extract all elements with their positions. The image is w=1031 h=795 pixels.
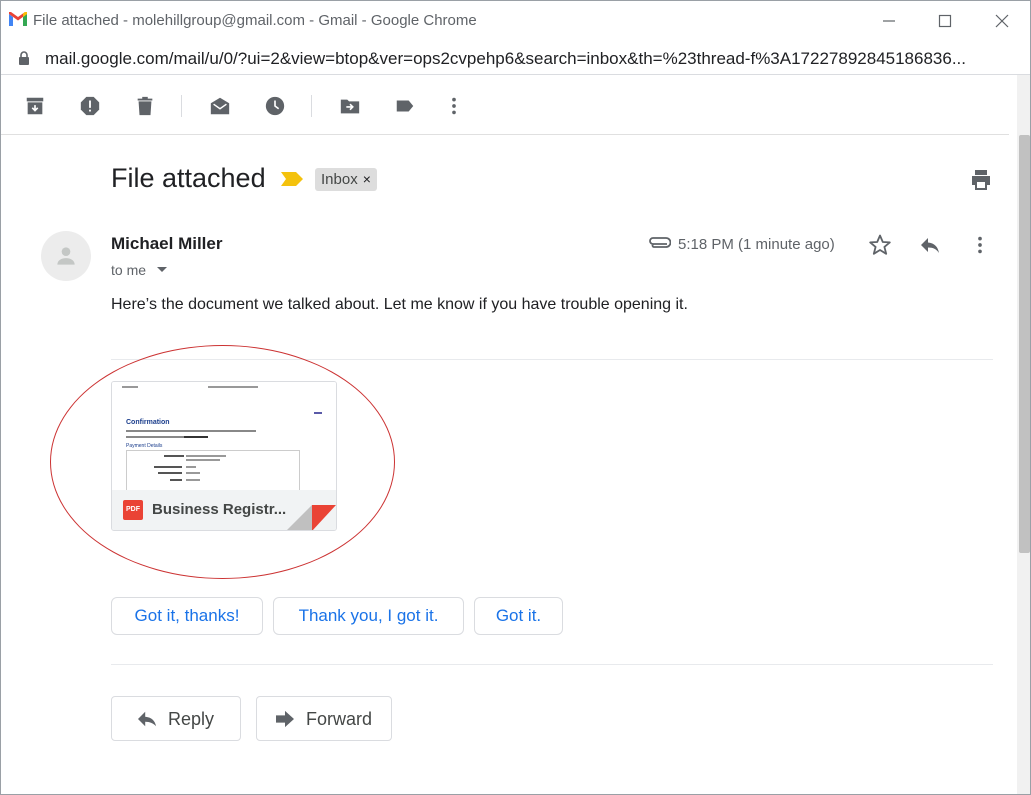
actions-divider (111, 664, 993, 665)
message-toolbar (1, 75, 1009, 135)
reply-label: Reply (168, 709, 215, 729)
reply-button[interactable]: Reply (111, 696, 241, 741)
star-icon (869, 234, 891, 255)
lock-icon (19, 51, 29, 65)
more-options-button[interactable] (441, 93, 467, 119)
snooze-button[interactable] (262, 93, 288, 119)
minimize-button[interactable] (874, 9, 904, 33)
inbox-label-chip[interactable]: Inbox × (315, 168, 377, 191)
snooze-icon (265, 96, 285, 116)
close-window-button[interactable] (987, 9, 1017, 33)
toolbar-divider (181, 95, 182, 117)
attachment-divider (111, 359, 993, 360)
attachment-preview: Confirmation Payment Details (112, 382, 336, 490)
importance-marker-icon[interactable] (281, 172, 303, 186)
forward-icon (276, 710, 294, 728)
minimize-icon (883, 20, 895, 22)
url-text[interactable]: mail.google.com/mail/u/0/?ui=2&view=btop… (45, 49, 1020, 69)
preview-line (158, 472, 182, 474)
close-icon (995, 14, 1009, 28)
move-to-icon (340, 99, 360, 114)
attachment-clip-icon (649, 237, 671, 248)
report-spam-button[interactable] (77, 93, 103, 119)
window-title: File attached - molehillgroup@gmail.com … (33, 12, 477, 29)
reply-icon (921, 238, 939, 253)
label-icon (396, 100, 414, 112)
address-bar[interactable]: mail.google.com/mail/u/0/?ui=2&view=btop… (1, 41, 1030, 75)
mark-unread-button[interactable] (207, 93, 233, 119)
preview-line (122, 386, 138, 388)
pdf-file-icon: PDF (123, 500, 143, 520)
sender-name: Michael Miller (111, 234, 223, 253)
delete-button[interactable] (132, 93, 158, 119)
preview-line (164, 455, 184, 457)
email-subject: File attached (111, 163, 266, 193)
archive-button[interactable] (22, 93, 48, 119)
star-button[interactable] (867, 232, 893, 258)
message-more-button[interactable] (967, 232, 993, 258)
more-vert-icon (452, 97, 456, 115)
preview-line (170, 479, 182, 481)
toolbar-divider (311, 95, 312, 117)
person-icon (57, 247, 75, 265)
sender-avatar (41, 231, 91, 281)
smart-reply-1[interactable]: Got it, thanks! (111, 597, 263, 635)
attachment-card[interactable]: Confirmation Payment Details PDF Busines… (111, 381, 337, 531)
smart-reply-2[interactable]: Thank you, I got it. (273, 597, 464, 635)
maximize-icon (938, 14, 952, 28)
report-spam-icon (80, 96, 100, 116)
reply-header-button[interactable] (917, 232, 943, 258)
print-button[interactable] (969, 168, 993, 197)
label-text: Inbox (321, 171, 358, 188)
move-to-button[interactable] (337, 93, 363, 119)
preview-line (184, 436, 208, 438)
title-bar: File attached - molehillgroup@gmail.com … (1, 1, 1030, 41)
preview-line (186, 459, 220, 461)
browser-window: File attached - molehillgroup@gmail.com … (0, 0, 1031, 795)
page-fold-corner-icon (287, 505, 336, 530)
forward-button[interactable]: Forward (256, 696, 392, 741)
attachment-filename: Business Registr... (152, 501, 287, 518)
preview-line (186, 472, 200, 474)
preview-line (208, 386, 258, 388)
recipient-summary[interactable]: to me (111, 262, 146, 278)
maximize-button[interactable] (930, 9, 960, 33)
forward-label: Forward (306, 709, 373, 729)
preview-subheading: Payment Details (126, 443, 163, 449)
preview-line (186, 466, 196, 468)
preview-line (314, 412, 322, 414)
more-vert-icon (978, 236, 982, 254)
preview-line (186, 455, 226, 457)
mark-unread-icon (210, 97, 230, 115)
email-body: Here’s the document we talked about. Let… (111, 296, 688, 313)
preview-heading: Confirmation (126, 419, 170, 426)
remove-label-icon[interactable]: × (363, 171, 371, 187)
archive-icon (26, 97, 44, 115)
preview-line (126, 430, 256, 432)
scrollbar-thumb[interactable] (1019, 135, 1030, 553)
preview-line (154, 466, 182, 468)
preview-line (126, 436, 186, 438)
delete-icon (137, 96, 153, 116)
preview-line (186, 479, 200, 481)
label-button[interactable] (392, 93, 418, 119)
print-icon (972, 170, 990, 190)
reply-icon (138, 711, 156, 727)
email-timestamp: 5:18 PM (1 minute ago) (678, 236, 835, 253)
smart-reply-3[interactable]: Got it. (474, 597, 563, 635)
chevron-down-icon[interactable] (157, 267, 167, 273)
gmail-logo-icon (9, 12, 27, 26)
